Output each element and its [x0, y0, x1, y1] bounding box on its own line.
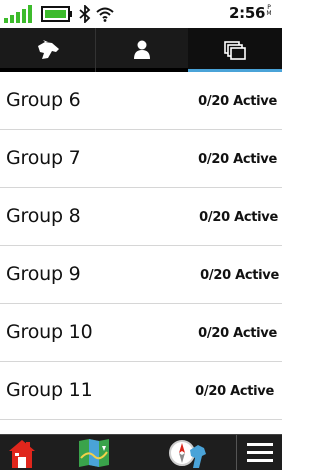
group-name: Group 7 [6, 147, 81, 169]
group-row[interactable]: Group 7 0/20 Active [0, 130, 282, 188]
tab-contacts[interactable] [96, 28, 188, 72]
compass-button[interactable] [165, 435, 211, 470]
clock-ampm: P M [263, 5, 275, 17]
group-status: 0/20 Active [198, 152, 277, 167]
map-icon [79, 439, 109, 467]
wifi-icon [96, 7, 114, 22]
menu-button[interactable] [236, 435, 282, 470]
group-name: Group 9 [6, 263, 81, 285]
group-status: 0/20 Active [198, 94, 277, 109]
groups-icon [224, 41, 246, 60]
group-row[interactable]: Group 10 0/20 Active [0, 304, 282, 362]
battery-icon [41, 6, 72, 22]
status-bar: 2:56 P M [0, 0, 282, 28]
group-row[interactable]: Group 8 0/20 Active [0, 188, 282, 246]
group-status: 0/20 Active [200, 268, 279, 283]
clock-time: 2:56 [229, 4, 266, 22]
menu-icon [246, 443, 273, 462]
group-status: 0/20 Active [198, 326, 277, 341]
group-list: Group 6 0/20 Active Group 7 0/20 Active … [0, 72, 282, 434]
home-button[interactable] [4, 435, 40, 470]
group-row[interactable]: Group 6 0/20 Active [0, 72, 282, 130]
group-status: 0/20 Active [199, 210, 278, 225]
home-icon [9, 440, 35, 468]
ampm-bottom: M [266, 10, 272, 17]
map-button[interactable] [74, 435, 114, 470]
bluetooth-icon [79, 5, 91, 23]
signal-icon [4, 5, 32, 23]
tab-dogs[interactable] [0, 28, 96, 72]
compass-dog-icon [169, 440, 206, 468]
group-name: Group 11 [6, 379, 93, 401]
group-row[interactable]: Group 11 0/20 Active [0, 362, 282, 420]
tab-bar [0, 28, 282, 72]
dog-icon [37, 40, 59, 59]
bottom-bar [0, 434, 282, 470]
group-name: Group 6 [6, 89, 81, 111]
person-icon [134, 40, 150, 59]
tab-groups[interactable] [188, 28, 282, 72]
group-status: 0/20 Active [195, 384, 274, 399]
group-name: Group 10 [6, 321, 93, 343]
group-row[interactable]: Group 9 0/20 Active [0, 246, 282, 304]
group-name: Group 8 [6, 205, 81, 227]
